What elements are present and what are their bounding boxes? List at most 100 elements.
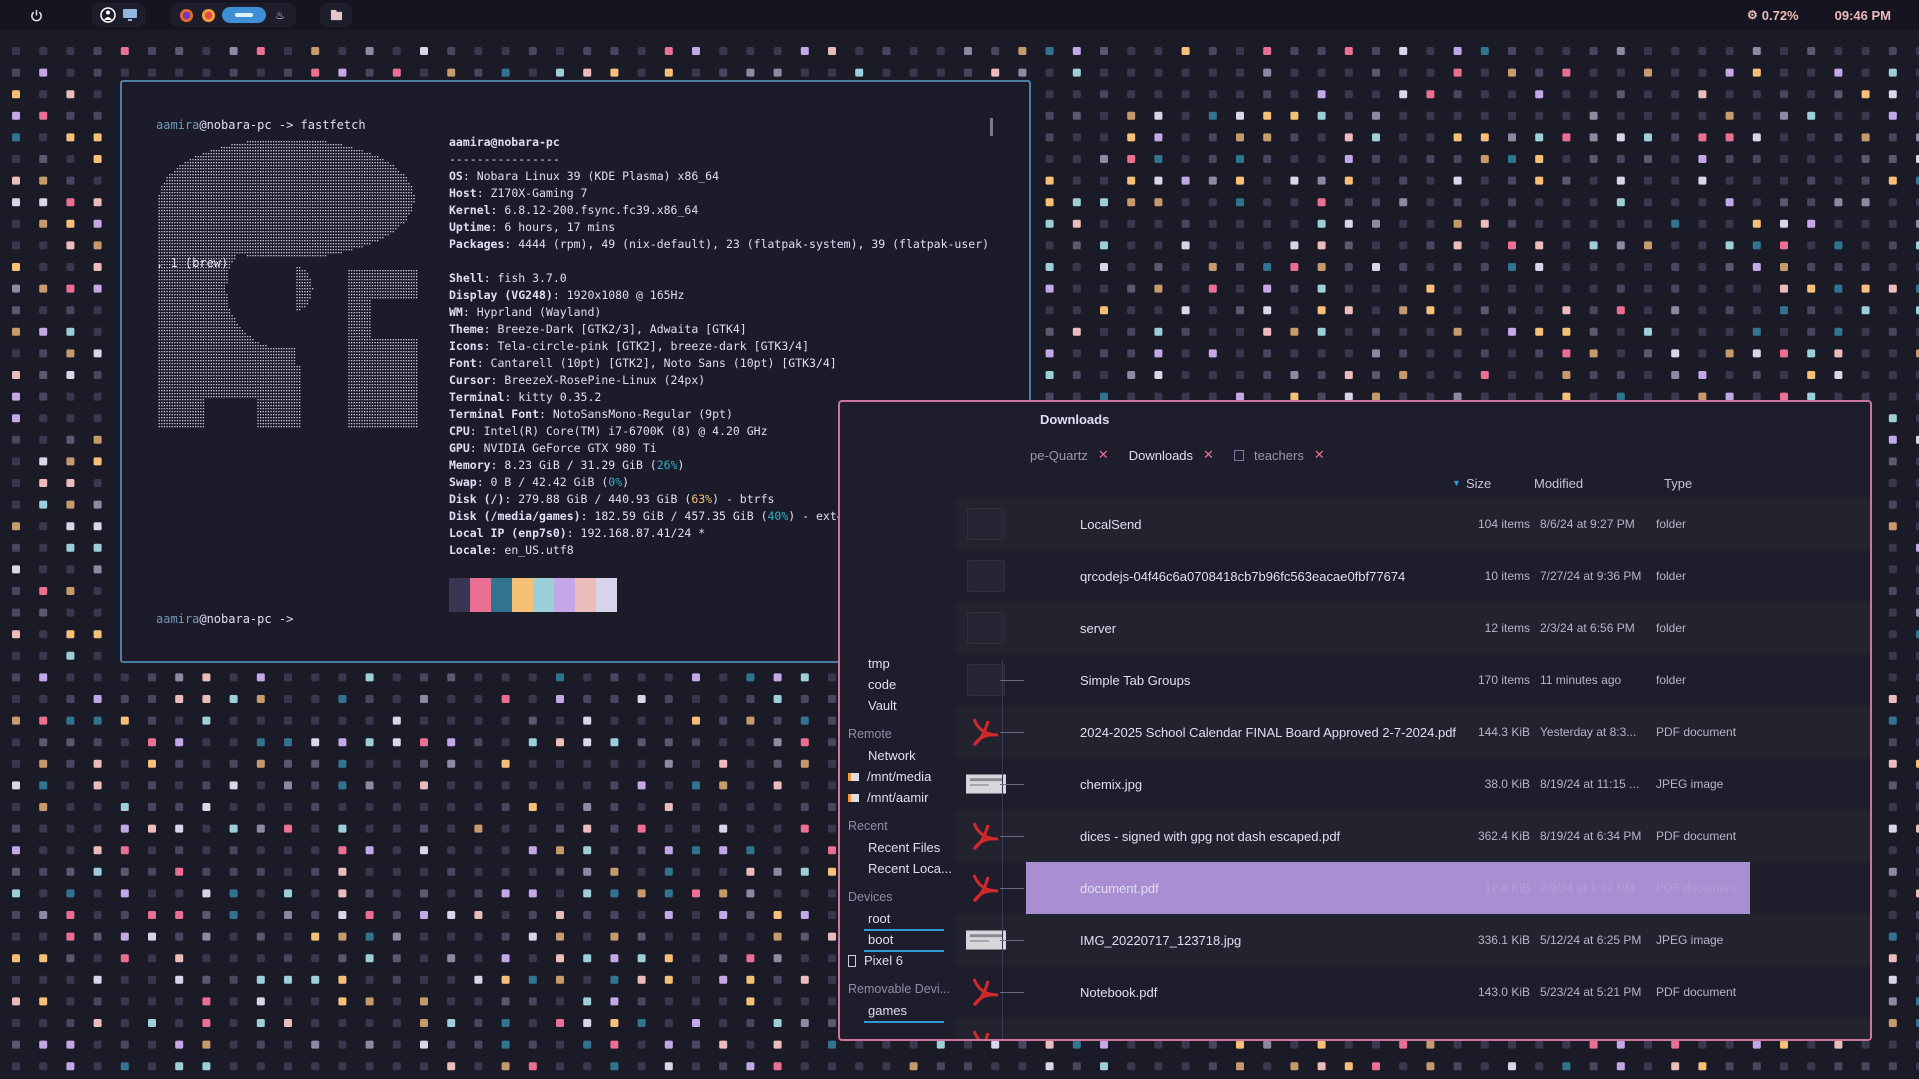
sidebar-item-label: games [868, 1003, 908, 1018]
active-window[interactable] [222, 7, 266, 23]
fetch-value-tail: ) [622, 475, 630, 489]
monitor-icon[interactable] [122, 7, 138, 23]
file-manager-window: Downloads pe-Quartz ✕ Downloads ✕ teachers ✕ … [838, 400, 1872, 1041]
file-size: 12 items [1484, 621, 1530, 635]
system-group [92, 3, 146, 27]
close-icon[interactable]: ✕ [1314, 447, 1325, 463]
file-row[interactable]: document.pdf 12.8 KiB 7/9/24 at 1:37 PM PDF… [972, 862, 1750, 914]
sidebar-item-pixel-6[interactable]: Pixel 6 [848, 953, 903, 968]
fetch-value-tail: ) [677, 458, 685, 472]
prompt-line: aamira@nobara-pc -> fastfetch [156, 118, 366, 132]
files-icon[interactable] [328, 7, 344, 23]
column-type[interactable]: Type [1664, 476, 1692, 491]
sidebar-item-recent-files[interactable]: Recent Files [848, 840, 940, 855]
fetch-key: Disk (/media/games) [449, 509, 581, 523]
color-swatch [596, 578, 617, 612]
fetch-key: Uptime [449, 220, 491, 234]
disk-usage-bar [864, 950, 944, 952]
file-modified: 8/19/24 at 6:34 PM [1540, 829, 1642, 843]
fetch-value: : 4444 (rpm), 49 (nix-default), 23 (flat… [504, 237, 990, 251]
fetch-line: Icons: Tela-circle-pink [GTK2], breeze-d… [449, 338, 989, 355]
files-group [320, 3, 352, 27]
phone-icon [848, 954, 856, 967]
file-modified: 11 minutes ago [1540, 673, 1622, 687]
fetch-value: : 1920x1080 @ 165Hz [552, 288, 685, 302]
fetch-value: : Cantarell (10pt) [GTK2], Noto Sans (10… [476, 356, 837, 370]
color-swatch [491, 578, 512, 612]
tree-connector [1000, 836, 1024, 837]
fetch-key: Icons [449, 339, 484, 353]
cpu-status[interactable]: ⚙ 0.72% [1747, 8, 1799, 23]
fetch-value: : en_US.utf8 [490, 543, 574, 557]
file-name: qrcodejs-04f46c6a0708418cb7b96fc563eacae… [1080, 568, 1406, 584]
sidebar-item-label: code [868, 677, 897, 692]
file-row[interactable]: server 12 items 2/3/24 at 6:56 PM folder [956, 602, 1870, 654]
sidebar-item-network[interactable]: Network [848, 748, 916, 763]
file-row[interactable]: 2024-2025 School Calendar FINAL Board Ap… [956, 706, 1870, 758]
tab-label: teachers [1253, 447, 1304, 463]
sidebar-divider[interactable] [1002, 660, 1003, 1039]
file-modified: 8/6/24 at 9:27 PM [1540, 517, 1635, 531]
folder-icon [848, 679, 860, 691]
file-row[interactable]: LocalSend 104 items 8/6/24 at 9:27 PM folde… [956, 498, 1870, 550]
sidebar-item--mnt-aamir[interactable]: /mnt/aamir [848, 790, 928, 805]
fetch-value: ---------------- [449, 152, 560, 166]
file-row[interactable]: qrcodejs-04f46c6a0708418cb7b96fc563eacae… [956, 550, 1870, 602]
file-row[interactable]: Simple Tab Groups 170 items 11 minutes ago… [956, 654, 1870, 706]
prompt-user: aamira [156, 612, 200, 626]
sidebar-item-vault[interactable]: Vault [848, 698, 897, 713]
user-icon[interactable] [100, 7, 116, 23]
prompt-arrow: -> [278, 118, 294, 132]
sidebar-item-tmp[interactable]: tmp [848, 656, 890, 671]
sidebar-item-label: /mnt/media [867, 769, 932, 784]
file-size: 170 items [1477, 673, 1530, 687]
fetch-value: : fish 3.7.0 [483, 271, 567, 285]
sidebar-item-code[interactable]: code [848, 677, 896, 692]
file-row[interactable]: dices - signed with gpg not dash escaped… [956, 810, 1870, 862]
firefox-icon[interactable] [178, 7, 194, 23]
file-modified: Yesterday at 3:5... [1540, 1037, 1636, 1039]
power-icon[interactable] [28, 7, 44, 23]
network-icon [848, 750, 860, 762]
sidebar-item-label: tmp [868, 656, 890, 671]
sidebar-item-label: Vault [868, 698, 897, 713]
close-icon[interactable]: ✕ [1098, 447, 1109, 463]
file-row[interactable]: IMG_20220717_123718.jpg 336.1 KiB 5/12/24 … [956, 914, 1870, 966]
file-row[interactable]: Notebook.pdf 143.0 KiB 5/23/24 at 5:21 PM P… [956, 966, 1870, 1018]
sidebar-item-label: boot [868, 932, 894, 947]
fetch-value: : Tela-circle-pink [GTK2], breeze-dark [… [483, 339, 810, 353]
firefox-dev-icon[interactable] [200, 7, 216, 23]
fetch-percent: 0% [608, 475, 623, 489]
sidebar-item-games[interactable]: games [848, 1003, 907, 1018]
fetch-value: : 192.168.87.41/24 * [566, 526, 706, 540]
sort-desc-icon: ▼ [1452, 478, 1461, 488]
fetch-line: Packages: 4444 (rpm), 49 (nix-default), … [449, 236, 989, 253]
column-size[interactable]: Size [1466, 476, 1534, 491]
tab-pe-quartz[interactable]: pe-Quartz ✕ [1030, 447, 1109, 463]
fetch-value: : Intel(R) Core(TM) i7-6700K (8) @ 4.20 … [469, 424, 768, 438]
fetch-value: : 8.23 GiB / 31.29 GiB ( [490, 458, 657, 472]
sidebar-item-boot[interactable]: boot [848, 932, 893, 947]
file-size: 362.4 KiB [1477, 829, 1530, 843]
sidebar-item-label: /mnt/aamir [867, 790, 929, 805]
fetch-value: : 6.8.12-200.fsync.fc39.x86_64 [490, 203, 699, 217]
mount-icon [848, 772, 859, 781]
fetch-value: : Breeze-Dark [GTK2/3], Adwaita [GTK4] [483, 322, 747, 336]
clock[interactable]: 09:46 PM [1835, 8, 1891, 23]
file-row[interactable]: Parent_Student Handbook_2024-25.pdf 1.6 M… [956, 1018, 1870, 1039]
fetch-key: Cursor [449, 373, 491, 387]
sidebar-item--mnt-media[interactable]: /mnt/media [848, 769, 931, 784]
fetch-value: : 182.59 GiB / 457.35 GiB ( [580, 509, 768, 523]
close-icon[interactable]: ✕ [1203, 447, 1214, 463]
flame-icon[interactable]: ♨ [272, 7, 288, 23]
prompt-line-2[interactable]: aamira@nobara-pc -> [156, 612, 293, 626]
fetch-key: Disk (/) [449, 492, 505, 506]
tab-teachers[interactable]: teachers ✕ [1233, 447, 1325, 463]
terminal-scrollbar[interactable] [990, 118, 993, 136]
tab-downloads[interactable]: Downloads ✕ [1129, 447, 1214, 463]
file-row[interactable]: chemix.jpg 38.0 KiB 8/19/24 at 11:15 ... JP… [956, 758, 1870, 810]
sidebar-item-recent-loca[interactable]: Recent Loca... [848, 861, 952, 876]
column-modified[interactable]: Modified [1534, 476, 1664, 491]
tree-connector [1000, 680, 1024, 681]
sidebar-item-root[interactable]: root [848, 911, 890, 926]
